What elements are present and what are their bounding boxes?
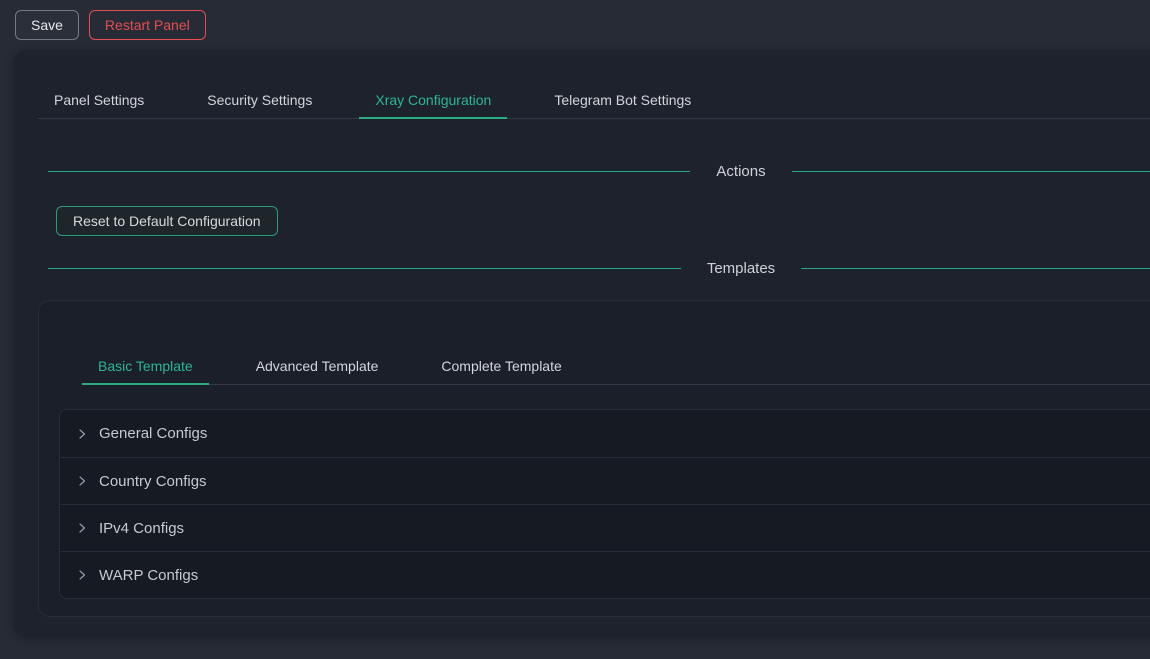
- accordion-item-general-configs[interactable]: General Configs: [60, 410, 1150, 457]
- accordion-item-label: Country Configs: [99, 473, 207, 490]
- accordion-item-country-configs[interactable]: Country Configs: [60, 457, 1150, 504]
- tab-panel-settings[interactable]: Panel Settings: [38, 84, 160, 119]
- settings-tablist: Panel Settings Security Settings Xray Co…: [38, 84, 1150, 119]
- topbar: Save Restart Panel: [0, 0, 1150, 50]
- chevron-right-icon: [76, 569, 88, 581]
- accordion-item-label: WARP Configs: [99, 567, 198, 584]
- tab-advanced-template[interactable]: Advanced Template: [240, 350, 395, 385]
- templates-divider-title: Templates: [707, 260, 775, 277]
- chevron-right-icon: [76, 475, 88, 487]
- chevron-right-icon: [76, 428, 88, 440]
- template-tablist: Basic Template Advanced Template Complet…: [82, 350, 1150, 385]
- templates-divider: Templates: [48, 258, 1150, 279]
- accordion-item-label: General Configs: [99, 425, 207, 442]
- tab-security-settings[interactable]: Security Settings: [191, 84, 328, 119]
- divider-line: [801, 268, 1150, 269]
- templates-card: Basic Template Advanced Template Complet…: [38, 300, 1150, 617]
- tab-telegram-bot-settings[interactable]: Telegram Bot Settings: [538, 84, 707, 119]
- actions-divider: Actions: [48, 161, 1150, 182]
- save-button[interactable]: Save: [15, 10, 79, 40]
- chevron-right-icon: [76, 522, 88, 534]
- config-accordion: General Configs Country Configs IPv4 Con…: [59, 409, 1150, 599]
- divider-line: [48, 171, 690, 172]
- restart-panel-button[interactable]: Restart Panel: [89, 10, 206, 40]
- accordion-item-label: IPv4 Configs: [99, 520, 184, 537]
- divider-line: [48, 268, 681, 269]
- tab-complete-template[interactable]: Complete Template: [425, 350, 577, 385]
- accordion-item-warp-configs[interactable]: WARP Configs: [60, 551, 1150, 598]
- settings-card: Panel Settings Security Settings Xray Co…: [14, 50, 1150, 637]
- tab-xray-configuration[interactable]: Xray Configuration: [359, 84, 507, 119]
- accordion-item-ipv4-configs[interactable]: IPv4 Configs: [60, 504, 1150, 551]
- actions-divider-title: Actions: [716, 163, 765, 180]
- divider-line: [792, 171, 1150, 172]
- tab-basic-template[interactable]: Basic Template: [82, 350, 209, 385]
- reset-default-config-button[interactable]: Reset to Default Configuration: [56, 206, 278, 236]
